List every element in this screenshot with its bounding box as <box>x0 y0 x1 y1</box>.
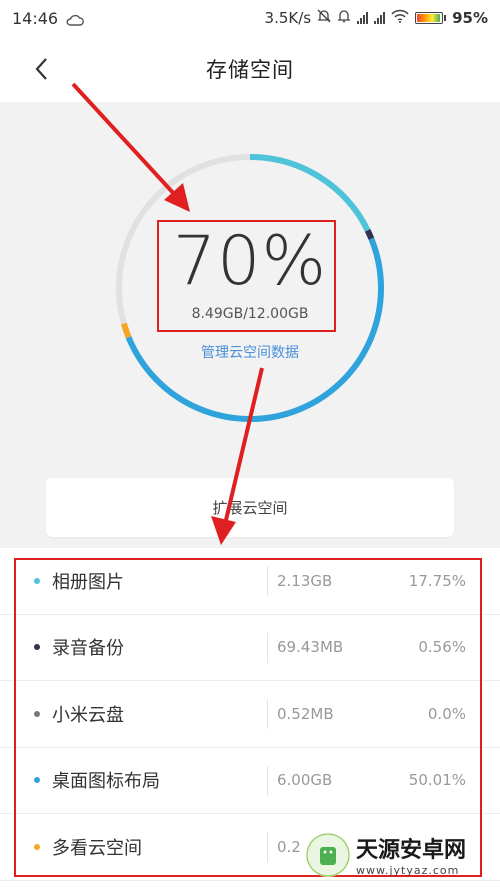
category-share: 0.56% <box>418 638 466 657</box>
usage-amount: 8.49GB/12.00GB <box>191 306 309 322</box>
category-size: 0.2 <box>277 837 301 856</box>
usage-percent: 70% <box>172 222 328 301</box>
signal-icon <box>357 12 369 24</box>
category-size: 69.43MB <box>277 638 344 657</box>
divider <box>267 632 268 663</box>
list-item[interactable]: 小米云盘 0.52MB 0.0% <box>0 681 500 748</box>
divider <box>267 765 268 796</box>
category-dot <box>34 644 40 651</box>
category-dot <box>34 710 40 717</box>
battery-percent: 95% <box>452 9 488 27</box>
expand-cloud-button[interactable]: 扩展云空间 <box>46 478 454 537</box>
category-size: 2.13GB <box>277 571 333 590</box>
cloud-icon <box>66 12 85 26</box>
list-item[interactable]: 录音备份 69.43MB 0.56% <box>0 615 500 681</box>
watermark-brand: 天源安卓网 <box>356 838 467 863</box>
watermark-url: www.jytyaz.com <box>356 864 460 877</box>
status-right: 3.5K/s 95% <box>265 9 488 27</box>
alarm-bell-icon <box>337 9 351 27</box>
category-name: 桌面图标布局 <box>52 771 160 793</box>
storage-summary: 70% 8.49GB/12.00GB 管理云空间数据 扩展云空间 <box>0 102 500 548</box>
status-time: 14:46 <box>12 8 59 28</box>
category-size: 6.00GB <box>277 771 333 790</box>
category-size: 0.52MB <box>277 704 334 723</box>
category-dot <box>34 777 40 784</box>
divider <box>267 566 268 596</box>
wifi-icon <box>391 9 409 27</box>
divider <box>267 699 268 729</box>
back-arrow-icon[interactable] <box>28 54 58 84</box>
category-share: 50.01% <box>408 771 466 790</box>
category-dot <box>34 577 40 584</box>
category-share: 0.0% <box>427 704 466 723</box>
network-speed: 3.5K/s <box>264 9 312 27</box>
page-header: 存储空间 <box>0 36 500 102</box>
mute-bell-icon <box>317 9 331 27</box>
category-share: 17.75% <box>408 571 466 590</box>
category-dot <box>34 843 40 850</box>
signal-icon <box>374 12 386 24</box>
list-item[interactable]: 相册图片 2.13GB 17.75% <box>0 548 500 615</box>
category-name: 录音备份 <box>52 638 124 660</box>
list-item[interactable]: 桌面图标布局 6.00GB 50.01% <box>0 748 500 814</box>
category-name: 多看云空间 <box>52 837 142 859</box>
ring-segment <box>249 154 371 232</box>
status-bar: 14:46 3.5K/s 95% <box>0 0 500 36</box>
watermark-logo-icon <box>306 832 350 877</box>
category-name: 小米云盘 <box>52 704 124 726</box>
battery-icon <box>415 12 447 24</box>
divider <box>267 832 268 862</box>
manage-cloud-link[interactable]: 管理云空间数据 <box>0 342 500 362</box>
ring-segment <box>121 322 132 339</box>
site-watermark: 天源安卓网 www.jytyaz.com <box>306 822 500 887</box>
category-name: 相册图片 <box>52 571 124 593</box>
page-title: 存储空间 <box>206 58 294 82</box>
